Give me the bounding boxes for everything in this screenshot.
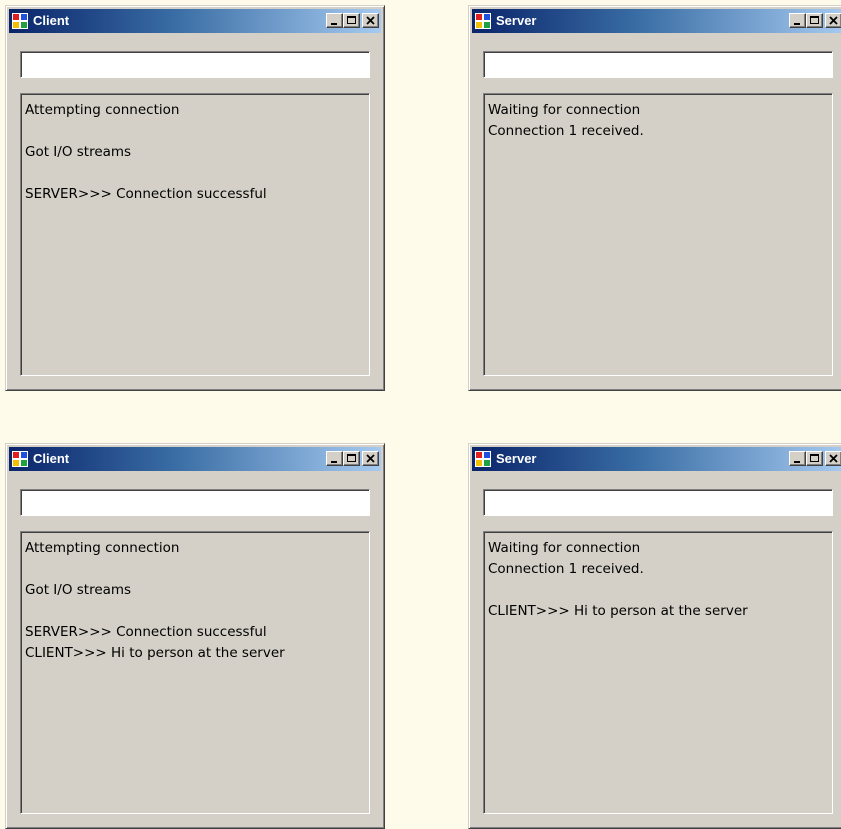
minimize-button[interactable]: [789, 451, 806, 466]
title-bar[interactable]: Client: [9, 447, 381, 471]
message-input[interactable]: [483, 489, 833, 516]
window-title: Client: [33, 451, 70, 466]
output-textarea[interactable]: Waiting for connection Connection 1 rece…: [483, 93, 833, 376]
close-icon: [366, 454, 375, 463]
output-textarea[interactable]: Attempting connection Got I/O streams SE…: [20, 531, 370, 814]
window-title: Server: [496, 451, 537, 466]
maximize-icon: [810, 16, 819, 24]
title-bar[interactable]: Client: [9, 9, 381, 33]
maximize-button[interactable]: [343, 451, 360, 466]
window-title: Server: [496, 13, 537, 28]
close-icon: [829, 454, 838, 463]
client-window-1: Client Attempting connection Got I/O str…: [5, 5, 385, 391]
application-icon[interactable]: [475, 451, 491, 467]
close-button[interactable]: [362, 13, 379, 28]
message-input[interactable]: [20, 51, 370, 78]
application-icon[interactable]: [475, 13, 491, 29]
maximize-icon: [347, 454, 356, 462]
window-title: Client: [33, 13, 70, 28]
output-textarea[interactable]: Attempting connection Got I/O streams SE…: [20, 93, 370, 376]
maximize-icon: [347, 16, 356, 24]
client-window-2: Client Attempting connection Got I/O str…: [5, 443, 385, 829]
title-bar[interactable]: Server: [472, 447, 841, 471]
close-button[interactable]: [825, 451, 841, 466]
message-input[interactable]: [483, 51, 833, 78]
close-button[interactable]: [362, 451, 379, 466]
message-input[interactable]: [20, 489, 370, 516]
output-textarea[interactable]: Waiting for connection Connection 1 rece…: [483, 531, 833, 814]
minimize-button[interactable]: [789, 13, 806, 28]
application-icon[interactable]: [12, 13, 28, 29]
minimize-icon: [331, 461, 337, 463]
close-icon: [829, 16, 838, 25]
title-bar[interactable]: Server: [472, 9, 841, 33]
minimize-button[interactable]: [326, 451, 343, 466]
server-window-2: Server Waiting for connection Connection…: [468, 443, 841, 829]
close-button[interactable]: [825, 13, 841, 28]
server-window-1: Server Waiting for connection Connection…: [468, 5, 841, 391]
minimize-button[interactable]: [326, 13, 343, 28]
minimize-icon: [794, 461, 800, 463]
maximize-button[interactable]: [806, 451, 823, 466]
application-icon[interactable]: [12, 451, 28, 467]
maximize-icon: [810, 454, 819, 462]
close-icon: [366, 16, 375, 25]
minimize-icon: [331, 23, 337, 25]
minimize-icon: [794, 23, 800, 25]
maximize-button[interactable]: [806, 13, 823, 28]
maximize-button[interactable]: [343, 13, 360, 28]
